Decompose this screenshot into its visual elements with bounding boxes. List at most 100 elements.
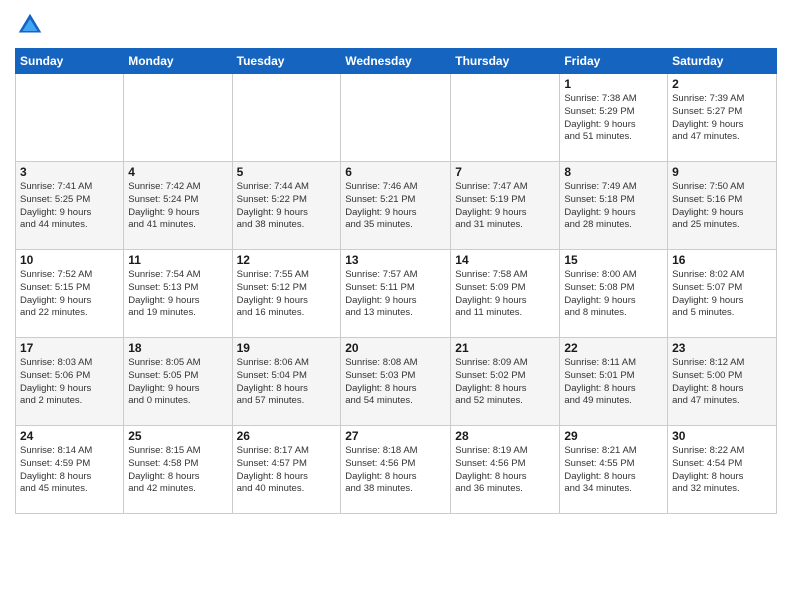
calendar-day-cell: 3 Sunrise: 7:41 AM Sunset: 5:25 PM Daylig…	[16, 162, 124, 250]
page-header	[15, 10, 777, 40]
day-number: 19	[237, 341, 337, 355]
day-number: 9	[672, 165, 772, 179]
calendar-day-cell: 26 Sunrise: 8:17 AM Sunset: 4:57 PM Dayli…	[232, 426, 341, 514]
calendar-day-cell: 10Sunrise: 7:52 AM Sunset: 5:15 PM Dayli…	[16, 250, 124, 338]
day-info: Sunrise: 7:46 AM Sunset: 5:21 PM Dayligh…	[345, 181, 446, 232]
day-number: 6	[345, 165, 446, 179]
day-info: Sunrise: 8:05 AM Sunset: 5:05 PM Dayligh…	[128, 357, 227, 408]
calendar-week-row: 24 Sunrise: 8:14 AM Sunset: 4:59 PM Dayli…	[16, 426, 777, 514]
calendar-day-cell: 9Sunrise: 7:50 AM Sunset: 5:16 PM Daylig…	[668, 162, 777, 250]
day-number: 21	[455, 341, 555, 355]
day-number: 12	[237, 253, 337, 267]
day-info: Sunrise: 7:55 AM Sunset: 5:12 PM Dayligh…	[237, 269, 337, 320]
day-number: 26	[237, 429, 337, 443]
calendar-day-cell: 17 Sunrise: 8:03 AM Sunset: 5:06 PM Dayli…	[16, 338, 124, 426]
calendar-day-cell: 21 Sunrise: 8:09 AM Sunset: 5:02 PM Dayli…	[451, 338, 560, 426]
calendar-day-cell: 8 Sunrise: 7:49 AM Sunset: 5:18 PM Daylig…	[560, 162, 668, 250]
day-number: 18	[128, 341, 227, 355]
day-info: Sunrise: 7:57 AM Sunset: 5:11 PM Dayligh…	[345, 269, 446, 320]
day-info: Sunrise: 8:03 AM Sunset: 5:06 PM Dayligh…	[20, 357, 119, 408]
calendar-day-cell: 19 Sunrise: 8:06 AM Sunset: 5:04 PM Dayli…	[232, 338, 341, 426]
calendar-day-cell: 5 Sunrise: 7:44 AM Sunset: 5:22 PM Daylig…	[232, 162, 341, 250]
calendar-day-cell: 25Sunrise: 8:15 AM Sunset: 4:58 PM Dayli…	[124, 426, 232, 514]
calendar-day-cell: 14 Sunrise: 7:58 AM Sunset: 5:09 PM Dayli…	[451, 250, 560, 338]
weekday-header: Saturday	[668, 49, 777, 74]
day-number: 29	[564, 429, 663, 443]
day-info: Sunrise: 8:08 AM Sunset: 5:03 PM Dayligh…	[345, 357, 446, 408]
day-info: Sunrise: 7:58 AM Sunset: 5:09 PM Dayligh…	[455, 269, 555, 320]
calendar-day-cell: 27 Sunrise: 8:18 AM Sunset: 4:56 PM Dayli…	[341, 426, 451, 514]
day-info: Sunrise: 8:22 AM Sunset: 4:54 PM Dayligh…	[672, 445, 772, 496]
day-number: 17	[20, 341, 119, 355]
day-number: 13	[345, 253, 446, 267]
day-info: Sunrise: 8:02 AM Sunset: 5:07 PM Dayligh…	[672, 269, 772, 320]
day-number: 7	[455, 165, 555, 179]
day-info: Sunrise: 7:52 AM Sunset: 5:15 PM Dayligh…	[20, 269, 119, 320]
calendar-day-cell	[451, 74, 560, 162]
calendar-day-cell	[341, 74, 451, 162]
calendar-day-cell: 20 Sunrise: 8:08 AM Sunset: 5:03 PM Dayli…	[341, 338, 451, 426]
day-info: Sunrise: 7:42 AM Sunset: 5:24 PM Dayligh…	[128, 181, 227, 232]
calendar-day-cell: 12 Sunrise: 7:55 AM Sunset: 5:12 PM Dayli…	[232, 250, 341, 338]
day-number: 23	[672, 341, 772, 355]
logo-icon	[15, 10, 45, 40]
calendar-day-cell: 28 Sunrise: 8:19 AM Sunset: 4:56 PM Dayli…	[451, 426, 560, 514]
day-info: Sunrise: 8:21 AM Sunset: 4:55 PM Dayligh…	[564, 445, 663, 496]
calendar-week-row: 10Sunrise: 7:52 AM Sunset: 5:15 PM Dayli…	[16, 250, 777, 338]
day-number: 24	[20, 429, 119, 443]
calendar-day-cell: 4Sunrise: 7:42 AM Sunset: 5:24 PM Daylig…	[124, 162, 232, 250]
day-info: Sunrise: 8:06 AM Sunset: 5:04 PM Dayligh…	[237, 357, 337, 408]
day-info: Sunrise: 7:47 AM Sunset: 5:19 PM Dayligh…	[455, 181, 555, 232]
day-number: 16	[672, 253, 772, 267]
day-info: Sunrise: 8:09 AM Sunset: 5:02 PM Dayligh…	[455, 357, 555, 408]
day-number: 25	[128, 429, 227, 443]
calendar-day-cell: 15Sunrise: 8:00 AM Sunset: 5:08 PM Dayli…	[560, 250, 668, 338]
calendar-day-cell	[16, 74, 124, 162]
day-info: Sunrise: 7:49 AM Sunset: 5:18 PM Dayligh…	[564, 181, 663, 232]
calendar-day-cell: 30Sunrise: 8:22 AM Sunset: 4:54 PM Dayli…	[668, 426, 777, 514]
weekday-header: Tuesday	[232, 49, 341, 74]
calendar-week-row: 17 Sunrise: 8:03 AM Sunset: 5:06 PM Dayli…	[16, 338, 777, 426]
day-number: 22	[564, 341, 663, 355]
calendar-header-row: SundayMondayTuesdayWednesdayThursdayFrid…	[16, 49, 777, 74]
day-info: Sunrise: 8:18 AM Sunset: 4:56 PM Dayligh…	[345, 445, 446, 496]
calendar-day-cell: 22 Sunrise: 8:11 AM Sunset: 5:01 PM Dayli…	[560, 338, 668, 426]
day-number: 8	[564, 165, 663, 179]
day-number: 27	[345, 429, 446, 443]
weekday-header: Monday	[124, 49, 232, 74]
day-info: Sunrise: 8:14 AM Sunset: 4:59 PM Dayligh…	[20, 445, 119, 496]
day-info: Sunrise: 7:38 AM Sunset: 5:29 PM Dayligh…	[564, 93, 663, 144]
day-info: Sunrise: 8:12 AM Sunset: 5:00 PM Dayligh…	[672, 357, 772, 408]
day-info: Sunrise: 7:41 AM Sunset: 5:25 PM Dayligh…	[20, 181, 119, 232]
page-container: SundayMondayTuesdayWednesdayThursdayFrid…	[0, 0, 792, 524]
weekday-header: Sunday	[16, 49, 124, 74]
weekday-header: Thursday	[451, 49, 560, 74]
calendar-day-cell: 23 Sunrise: 8:12 AM Sunset: 5:00 PM Dayli…	[668, 338, 777, 426]
day-number: 20	[345, 341, 446, 355]
day-number: 3	[20, 165, 119, 179]
calendar-day-cell: 18 Sunrise: 8:05 AM Sunset: 5:05 PM Dayli…	[124, 338, 232, 426]
day-info: Sunrise: 8:17 AM Sunset: 4:57 PM Dayligh…	[237, 445, 337, 496]
day-number: 5	[237, 165, 337, 179]
weekday-header: Friday	[560, 49, 668, 74]
day-info: Sunrise: 7:39 AM Sunset: 5:27 PM Dayligh…	[672, 93, 772, 144]
logo	[15, 10, 47, 40]
weekday-header: Wednesday	[341, 49, 451, 74]
day-number: 14	[455, 253, 555, 267]
calendar-week-row: 3 Sunrise: 7:41 AM Sunset: 5:25 PM Daylig…	[16, 162, 777, 250]
calendar-day-cell: 1 Sunrise: 7:38 AM Sunset: 5:29 PM Daylig…	[560, 74, 668, 162]
calendar-day-cell: 2Sunrise: 7:39 AM Sunset: 5:27 PM Daylig…	[668, 74, 777, 162]
day-info: Sunrise: 7:44 AM Sunset: 5:22 PM Dayligh…	[237, 181, 337, 232]
calendar-day-cell: 24 Sunrise: 8:14 AM Sunset: 4:59 PM Dayli…	[16, 426, 124, 514]
calendar-day-cell: 11Sunrise: 7:54 AM Sunset: 5:13 PM Dayli…	[124, 250, 232, 338]
calendar-day-cell	[232, 74, 341, 162]
day-info: Sunrise: 8:11 AM Sunset: 5:01 PM Dayligh…	[564, 357, 663, 408]
calendar-day-cell: 16 Sunrise: 8:02 AM Sunset: 5:07 PM Dayli…	[668, 250, 777, 338]
calendar-week-row: 1 Sunrise: 7:38 AM Sunset: 5:29 PM Daylig…	[16, 74, 777, 162]
day-number: 1	[564, 77, 663, 91]
day-number: 11	[128, 253, 227, 267]
day-number: 28	[455, 429, 555, 443]
calendar-day-cell: 7 Sunrise: 7:47 AM Sunset: 5:19 PM Daylig…	[451, 162, 560, 250]
day-info: Sunrise: 8:19 AM Sunset: 4:56 PM Dayligh…	[455, 445, 555, 496]
day-number: 15	[564, 253, 663, 267]
